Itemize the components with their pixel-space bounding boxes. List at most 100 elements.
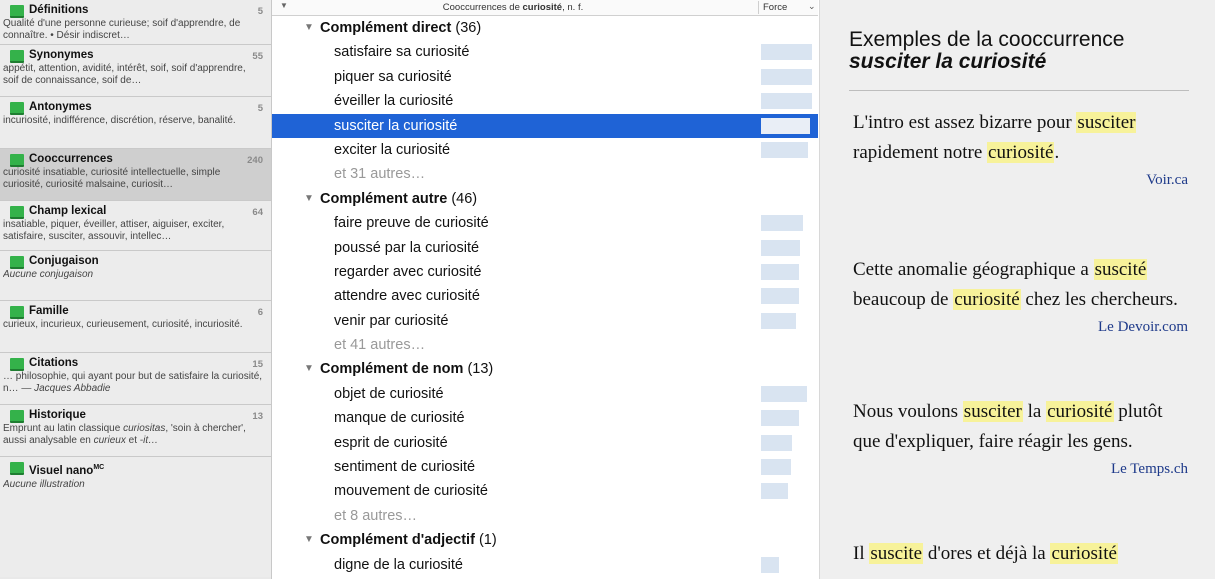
- example-fragment: .: [1054, 142, 1060, 163]
- highlighted-term: suscite: [869, 543, 924, 564]
- more-items-link[interactable]: et 41 autres…: [272, 333, 818, 357]
- highlighted-term: curiosité: [1050, 543, 1118, 564]
- force-bar: [761, 483, 788, 500]
- example-text: Il suscite d'ores et déjà la curiosité: [853, 539, 1188, 569]
- force-bar: [761, 44, 812, 61]
- column-title[interactable]: Cooccurrences de curiosité, n. f.: [272, 2, 754, 13]
- list-item-label: regarder avec curiosité: [334, 263, 482, 280]
- book-icon: [10, 154, 24, 167]
- sidebar-item-label-text: Visuel nano: [29, 464, 94, 477]
- list-item-label: éveiller la curiosité: [334, 93, 454, 110]
- list-item[interactable]: objet de curiosité: [272, 382, 818, 406]
- group-header[interactable]: ▼ Complément d'adjectif (1): [272, 528, 818, 552]
- example-source-link[interactable]: Voir.ca: [853, 172, 1188, 189]
- historique-text: et: [125, 434, 140, 446]
- force-bar: [761, 459, 791, 476]
- more-items-label: et 8 autres…: [334, 507, 418, 524]
- group-label-text: Complément de nom: [320, 361, 468, 378]
- group-count: (13): [467, 361, 494, 378]
- column-separator[interactable]: [758, 1, 759, 14]
- list-item[interactable]: venir par curiosité: [272, 309, 818, 333]
- example-quote: Cette anomalie géographique a suscité be…: [853, 255, 1188, 336]
- highlighted-term: suscité: [1093, 259, 1148, 280]
- sidebar-item-summary: Aucune conjugaison: [3, 269, 94, 280]
- list-item[interactable]: poussé par la curiosité: [272, 236, 818, 260]
- sidebar-item-summary: incuriosité, indifférence, discrétion, r…: [3, 115, 236, 126]
- examples-heading-expression: susciter la curiosité: [849, 50, 1047, 73]
- highlighted-term: susciter: [1076, 112, 1137, 133]
- sidebar-item-count: 15: [252, 359, 263, 370]
- chevron-down-icon[interactable]: ⌄: [808, 1, 816, 12]
- sidebar-item-cooccurrences[interactable]: Cooccurrences 240 curiosité insatiable, …: [0, 149, 271, 201]
- sidebar-item-label: Famille: [29, 305, 69, 317]
- force-bar: [761, 288, 799, 305]
- trademark-sup: MC: [93, 464, 105, 471]
- force-bar: [761, 385, 807, 402]
- group-header[interactable]: ▼ Complément autre (46): [272, 187, 818, 211]
- more-items-link[interactable]: et 31 autres…: [272, 162, 818, 186]
- sidebar-item-historique[interactable]: Historique 13 Emprunt au latin classique…: [0, 405, 271, 457]
- list-item[interactable]: sentiment de curiosité: [272, 455, 818, 479]
- sidebar-item-label: Définitions: [29, 4, 89, 16]
- sidebar-item-definitions[interactable]: Définitions 5 Qualité d'une personne cur…: [0, 0, 271, 45]
- group-label: Complément de nom (13): [320, 357, 493, 381]
- sidebar-item-summary: appétit, attention, avidité, intérêt, so…: [3, 63, 246, 86]
- more-items-link[interactable]: et 8 autres…: [272, 504, 818, 528]
- citation-author: — Jacques Abbadie: [21, 382, 111, 394]
- list-item[interactable]: regarder avec curiosité: [272, 260, 818, 284]
- list-item[interactable]: éveiller la curiosité: [272, 89, 818, 113]
- group-label: Complément d'adjectif (1): [320, 528, 497, 552]
- force-bar: [761, 556, 779, 573]
- list-item[interactable]: digne de la curiosité: [272, 553, 818, 577]
- group-count: (46): [451, 190, 478, 207]
- highlighted-term: susciter: [962, 401, 1023, 422]
- force-bar: [761, 312, 796, 329]
- more-items-label: et 41 autres…: [334, 337, 426, 354]
- list-item[interactable]: faire preuve de curiosité: [272, 211, 818, 235]
- disclosure-triangle-icon[interactable]: ▼: [304, 357, 314, 381]
- list-item[interactable]: attendre avec curiosité: [272, 284, 818, 308]
- sidebar-item-label: Cooccurrences: [29, 153, 113, 165]
- example-text: L'intro est assez bizarre pour susciter …: [853, 108, 1188, 168]
- example-text: Cette anomalie géographique a suscité be…: [853, 255, 1188, 315]
- list-item-label: digne de la curiosité: [334, 556, 463, 573]
- sidebar-item-synonymes[interactable]: Synonymes 55 appétit, attention, avidité…: [0, 45, 271, 97]
- list-item-label: exciter la curiosité: [334, 141, 451, 158]
- group-label-text: Complément direct: [320, 20, 456, 36]
- sidebar-item-summary: curiosité insatiable, curiosité intellec…: [3, 167, 221, 190]
- historique-term: curiositas: [123, 423, 166, 434]
- disclosure-triangle-icon[interactable]: ▼: [304, 187, 314, 211]
- group-header[interactable]: ▼ Complément direct (36): [272, 16, 818, 40]
- group-count: (36): [455, 20, 482, 36]
- sidebar-item-famille[interactable]: Famille 6 curieux, incurieux, curieuseme…: [0, 301, 271, 353]
- example-fragment: rapidement notre: [853, 142, 988, 163]
- group-header[interactable]: ▼ Complément de nom (13): [272, 357, 818, 381]
- sidebar-item-citations[interactable]: Citations 15 … philosophie, qui ayant po…: [0, 353, 271, 405]
- list-item-label: objet de curiosité: [334, 385, 444, 402]
- sidebar-item-visuel-nano[interactable]: Visuel nanoMC Aucune illustration: [0, 457, 271, 577]
- sidebar-item-champ-lexical[interactable]: Champ lexical 64 insatiable, piquer, éve…: [0, 201, 271, 251]
- force-bar: [761, 263, 799, 280]
- sidebar-item-antonymes[interactable]: Antonymes 5 incuriosité, indifférence, d…: [0, 97, 271, 149]
- example-source-link[interactable]: Le Temps.ch: [853, 461, 1188, 478]
- list-item[interactable]: piquer sa curiosité: [272, 65, 818, 89]
- disclosure-triangle-icon[interactable]: ▼: [304, 16, 314, 40]
- sidebar-item-conjugaison[interactable]: Conjugaison Aucune conjugaison: [0, 251, 271, 301]
- example-source-link[interactable]: Le Devoir.com: [853, 319, 1188, 336]
- sidebar-item-count: 13: [252, 411, 263, 422]
- list-item[interactable]: exciter la curiosité: [272, 138, 818, 162]
- list-item[interactable]: manque de curiosité: [272, 406, 818, 430]
- list-item[interactable]: mouvement de curiosité: [272, 479, 818, 503]
- examples-heading: Exemples de la cooccurrence susciter la …: [849, 29, 1189, 73]
- force-column-header[interactable]: Force: [763, 2, 787, 13]
- list-item[interactable]: esprit de curiosité: [272, 431, 818, 455]
- book-icon: [10, 256, 24, 269]
- list-item[interactable]: susciter la curiosité: [272, 113, 818, 138]
- example-quote: L'intro est assez bizarre pour susciter …: [853, 108, 1188, 189]
- cooccurrence-list: ▼ Cooccurrences de curiosité, n. f. Forc…: [272, 0, 818, 579]
- book-icon: [10, 206, 24, 219]
- sidebar-item-count: 55: [252, 51, 263, 62]
- force-bar: [761, 410, 799, 427]
- disclosure-triangle-icon[interactable]: ▼: [304, 528, 314, 552]
- list-item[interactable]: satisfaire sa curiosité: [272, 40, 818, 64]
